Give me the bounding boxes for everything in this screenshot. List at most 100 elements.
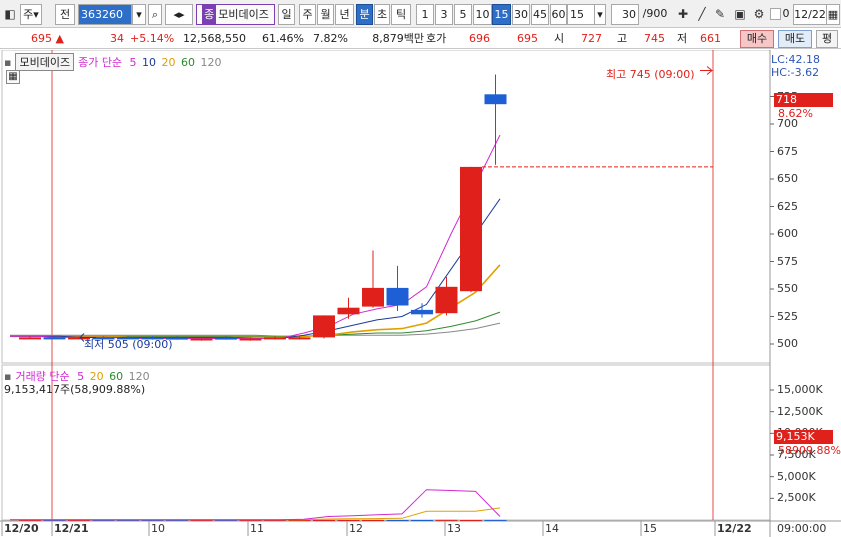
candle-body-16	[411, 309, 433, 315]
panel-bullet-icon: ▪	[4, 56, 12, 69]
price-tick-label-6: 575	[777, 254, 798, 268]
interval-input[interactable]: 15	[567, 4, 595, 25]
x-tick-label-5: 13	[447, 522, 461, 535]
volume-bar-18	[460, 519, 482, 521]
interval-button-10[interactable]: 10	[473, 4, 492, 25]
count-max: /900	[642, 7, 668, 20]
interval-button-3[interactable]: 3	[435, 4, 453, 25]
count-input[interactable]: 30	[611, 4, 639, 25]
code-dropdown[interactable]: ▾	[132, 4, 146, 25]
volume-value: 12,568,550	[183, 32, 246, 45]
current-price: 695 ▲	[20, 31, 64, 47]
interval-button-45[interactable]: 45	[531, 4, 549, 25]
volume-bar-19	[484, 519, 507, 521]
period-button-3[interactable]: 년	[335, 4, 354, 25]
volume-bar-15	[386, 519, 409, 521]
period-button-5[interactable]: 초	[374, 4, 390, 25]
candle-body-7	[190, 338, 213, 341]
price-ma-legend-2: 20	[158, 56, 176, 69]
interval-button-5[interactable]: 5	[454, 4, 472, 25]
type-select[interactable]: 주▾	[20, 4, 42, 25]
checkbox[interactable]	[770, 8, 781, 20]
volume-bar-13	[337, 519, 360, 521]
toolbar: ◧ 주▾ 전 363260 ▾ ⌕ ◂▸ 종 모비데이즈 일주월년분초틱 1351…	[0, 0, 841, 28]
candle-body-19	[484, 94, 507, 105]
volume-tick-label-4: 5,000K	[777, 469, 816, 483]
checkbox-value: 0	[782, 7, 790, 20]
draw-line-icon[interactable]: ╱	[694, 6, 710, 22]
interval-button-30[interactable]: 30	[512, 4, 530, 25]
price-tick-label-4: 625	[777, 199, 798, 213]
window-layout-icon[interactable]: ◧	[2, 6, 18, 22]
chart-area: ▪ 모비데이즈 종가 단순 5 10 20 60 120 ▦ LC:42.18 HC…	[0, 50, 841, 537]
volume-tick-label-5: 2,500K	[777, 491, 816, 505]
interval-button-60[interactable]: 60	[550, 4, 567, 25]
turnover-percent: 61.46%	[262, 32, 304, 45]
period-button-2[interactable]: 월	[317, 4, 334, 25]
hc-label: HC:-3.62	[771, 66, 820, 79]
interval-dropdown[interactable]: ▾	[594, 4, 606, 25]
volume-bar-14	[362, 519, 384, 521]
price-legend: ▪ 모비데이즈 종가 단순 5 10 20 60 120	[4, 53, 228, 71]
settings-gear-icon[interactable]: ⚙	[751, 6, 767, 22]
sell-button[interactable]: 매도	[778, 30, 812, 48]
price-panel-tag[interactable]: 모비데이즈	[15, 53, 75, 71]
stock-name-box[interactable]: 종 모비데이즈	[196, 4, 275, 25]
interval-button-1[interactable]: 1	[416, 4, 434, 25]
candle-body-9	[239, 338, 262, 341]
market-select[interactable]: 전	[55, 4, 75, 25]
period-button-4[interactable]: 분	[356, 4, 373, 25]
price-ma-legend-1: 10	[138, 56, 157, 69]
speaker-icon[interactable]: ◂▸	[165, 4, 193, 25]
price-tick-label-2: 675	[777, 144, 798, 158]
jong-badge: 종	[202, 5, 217, 24]
price-ma-legend-0: 5	[126, 56, 137, 69]
high-label: 고	[617, 32, 628, 45]
candle-body-12	[313, 315, 335, 338]
chart-svg[interactable]	[0, 50, 841, 537]
crosshair-icon[interactable]: ✚	[675, 6, 691, 22]
x-tick-label-0: 12/20	[4, 522, 39, 535]
candle-body-10	[264, 337, 286, 340]
type-label: 주	[23, 8, 34, 21]
period-button-1[interactable]: 주	[299, 4, 316, 25]
buy-button[interactable]: 매수	[740, 30, 774, 48]
candle-body-13	[337, 307, 360, 315]
x-tick-label-2: 10	[151, 522, 165, 535]
price-value: 695	[31, 32, 53, 45]
price-tick-label-8: 525	[777, 309, 798, 323]
volume-summary: 9,153,417주(58,909.88%)	[4, 383, 146, 396]
quote-row: 695 ▲ 34 +5.14% 12,568,550 61.46% 7.82% …	[0, 29, 841, 49]
eval-button[interactable]: 평	[816, 30, 838, 48]
low-value: 661	[700, 32, 721, 45]
candle-body-8	[215, 337, 237, 340]
drawing-tool-icon[interactable]: ✎	[712, 6, 728, 22]
open-value: 727	[581, 32, 602, 45]
volume-bar-12	[313, 519, 335, 521]
date-input[interactable]: 12/22	[793, 4, 827, 25]
calendar-icon[interactable]: ▦	[826, 4, 840, 25]
x-tick-label-3: 11	[250, 522, 264, 535]
low-label: 저	[677, 32, 688, 45]
code-input[interactable]: 363260	[78, 4, 132, 25]
price-panel-frame	[1, 50, 771, 364]
x-tick-label-1: 12/21	[54, 522, 89, 535]
period-button-6[interactable]: 틱	[391, 4, 411, 25]
trade-amount: 8,879백만	[372, 32, 424, 45]
period-button-0[interactable]: 일	[278, 4, 295, 25]
candle-body-0	[19, 337, 41, 340]
current-volume-percent: 58909.88%	[778, 444, 841, 457]
search-icon[interactable]: ⌕	[148, 4, 162, 25]
other-percent: 7.82%	[313, 32, 348, 45]
grid-toggle-icon[interactable]: ▦	[6, 70, 20, 84]
interval-button-15[interactable]: 15	[492, 4, 511, 25]
price-tick-label-5: 600	[777, 227, 798, 240]
ask1-value: 696	[469, 32, 490, 45]
price-legend-prefix: 종가 단순	[78, 56, 123, 69]
save-icon[interactable]: ▣	[732, 6, 748, 22]
x-tick-label-8: 12/22	[717, 522, 752, 535]
x-tick-label-7: 15	[643, 522, 657, 535]
current-price-badge: 718	[774, 93, 833, 107]
lc-label: LC:42.18	[771, 53, 821, 66]
price-tick-label-7: 550	[777, 282, 798, 295]
